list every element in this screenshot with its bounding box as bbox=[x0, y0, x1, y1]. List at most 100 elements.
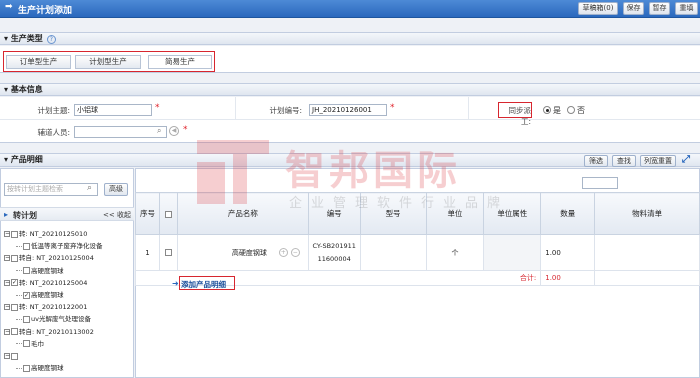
tree-checkbox[interactable] bbox=[11, 254, 18, 262]
plan-no-label: 计划编号: bbox=[269, 106, 302, 115]
tree-item-label: 高硬度钢球 bbox=[31, 364, 64, 373]
basic-info-header[interactable]: ▾ 基本信息 bbox=[0, 83, 700, 96]
tree-search-input[interactable]: 按转计划主题检索 bbox=[4, 183, 98, 196]
production-type-header[interactable]: ▾ 生产类型? bbox=[0, 32, 700, 45]
collapse-icon[interactable]: − bbox=[4, 304, 10, 311]
row-model[interactable] bbox=[359, 234, 427, 271]
tree-title: 转计划 bbox=[13, 211, 37, 220]
temp-save-button[interactable]: 暂存 bbox=[649, 2, 670, 15]
tree-item-label: 高硬度钢球 bbox=[31, 266, 64, 275]
total-empty bbox=[594, 270, 700, 286]
col-unit-attr: 单位属性 bbox=[483, 192, 542, 235]
tree-item[interactable]: 毛巾 bbox=[16, 338, 44, 350]
assignee-input[interactable] bbox=[74, 126, 167, 138]
tree-item[interactable]: − 转自: NT_20210125004 bbox=[4, 252, 94, 264]
row-qty[interactable]: 1.00 bbox=[540, 234, 596, 271]
tree-item-label: 毛巾 bbox=[31, 339, 44, 348]
tree-item-label: 转: NT_20210125010 bbox=[19, 230, 88, 238]
col-code: 编号 bbox=[307, 192, 361, 235]
row-select[interactable] bbox=[158, 234, 178, 271]
tree-item[interactable]: uv光解废气处理设备 bbox=[16, 313, 91, 325]
page-title: 生产计划添加 bbox=[18, 6, 73, 16]
tree-item[interactable]: ✓ 高硬度钢球 bbox=[16, 289, 64, 301]
tree-item-label: 转: NT_20210125004 bbox=[19, 278, 88, 287]
tree-line bbox=[16, 318, 22, 320]
tree-checkbox[interactable]: ✓ bbox=[11, 279, 18, 287]
search-icon[interactable]: ⌕ bbox=[87, 183, 92, 193]
tree-item[interactable]: 高硬度钢球 bbox=[16, 362, 64, 374]
row-bom[interactable] bbox=[594, 234, 700, 271]
tree-checkbox[interactable] bbox=[23, 364, 30, 372]
collapse-icon[interactable]: − bbox=[4, 328, 10, 335]
collapse-icon[interactable]: − bbox=[4, 255, 10, 262]
tree-checkbox[interactable] bbox=[23, 267, 30, 275]
search-icon[interactable]: ⌕ bbox=[157, 126, 161, 136]
tree-line bbox=[16, 343, 22, 345]
select-all-checkbox[interactable] bbox=[164, 210, 172, 218]
arrow-right-icon: ➡ bbox=[5, 2, 13, 12]
collapse-icon[interactable]: − bbox=[4, 279, 10, 286]
row-name-cell[interactable]: 高硬度钢球 + − bbox=[176, 234, 309, 271]
row-unit[interactable]: 个 bbox=[425, 234, 485, 271]
save-button[interactable]: 保存 bbox=[623, 2, 644, 15]
help-icon[interactable]: ? bbox=[46, 35, 56, 44]
expand-icon[interactable]: ⤢ bbox=[682, 154, 690, 165]
add-circle-icon[interactable]: + bbox=[278, 248, 288, 257]
sync-no-radio[interactable] bbox=[567, 106, 575, 114]
section-title: 产品明细 bbox=[10, 155, 43, 164]
tree-line bbox=[16, 245, 22, 247]
section-title: 基本信息 bbox=[10, 85, 43, 94]
tree-checkbox[interactable]: ✓ bbox=[23, 291, 30, 299]
tree-item[interactable]: − 转: NT_20210122001 bbox=[4, 301, 87, 313]
col-name: 产品名称 bbox=[176, 192, 309, 235]
tree-item[interactable]: 高硬度钢球 bbox=[16, 265, 64, 277]
tree-item[interactable]: 低温等离子废弃净化设备 bbox=[16, 240, 103, 252]
plan-subject-input[interactable]: 小铝球 bbox=[74, 104, 152, 116]
reset-button[interactable]: 重填 bbox=[675, 2, 698, 15]
advanced-search-button[interactable]: 高级 bbox=[104, 183, 128, 196]
find-button[interactable]: 查找 bbox=[612, 155, 636, 167]
sync-yes-radio[interactable] bbox=[543, 106, 551, 114]
collapse-arrow-icon: ▾ bbox=[4, 85, 9, 94]
tree-item[interactable]: − bbox=[4, 350, 19, 362]
plan-no-input[interactable]: JH_20210126001 bbox=[309, 104, 387, 116]
column-reset-button[interactable]: 列宽重置 bbox=[640, 155, 676, 167]
add-circle-icon[interactable]: ➜ bbox=[172, 279, 179, 288]
filter-button[interactable]: 筛选 bbox=[584, 155, 608, 167]
col-select-all[interactable] bbox=[158, 192, 178, 235]
tree-checkbox[interactable] bbox=[23, 242, 30, 250]
col-qty: 数量 bbox=[540, 192, 596, 235]
product-table: 序号 产品名称 编号 型号 单位 单位属性 数量 物料清单 1 高硬度钢球 + … bbox=[134, 192, 700, 286]
tree-item[interactable]: − 转: NT_20210125010 bbox=[4, 228, 87, 240]
tree-item-label: 转自: NT_20210113002 bbox=[19, 327, 94, 336]
grid-filter-input[interactable] bbox=[582, 177, 618, 189]
tree-checkbox[interactable] bbox=[23, 340, 30, 348]
required-mark: * bbox=[183, 125, 188, 135]
tree-checkbox[interactable] bbox=[11, 303, 18, 311]
draft-box-button[interactable]: 草稿箱(0) bbox=[578, 2, 618, 15]
tree-item-label: 转自: NT_20210125004 bbox=[19, 254, 94, 263]
tree-item-label: 高硬度钢球 bbox=[31, 291, 64, 299]
collapse-tree-link[interactable]: << 收起 bbox=[103, 210, 131, 220]
tree-checkbox[interactable] bbox=[11, 328, 18, 336]
clear-icon[interactable]: ◀ bbox=[169, 126, 179, 136]
tree-item[interactable]: − 转自: NT_20210113002 bbox=[4, 326, 94, 338]
add-product-link[interactable]: 添加产品明细 bbox=[181, 279, 226, 290]
tree-item[interactable]: − ✓ 转: NT_20210125004 bbox=[4, 277, 87, 289]
row-unit-attr[interactable] bbox=[483, 234, 542, 271]
tab-plan-production[interactable]: 计划型生产 bbox=[75, 55, 141, 69]
tree-line bbox=[16, 367, 22, 369]
remove-circle-icon[interactable]: − bbox=[290, 248, 300, 257]
tree-item-label: 转: NT_20210122001 bbox=[19, 303, 88, 312]
tree-checkbox[interactable] bbox=[11, 352, 18, 360]
section-title: 生产类型 bbox=[10, 34, 43, 43]
caret-right-icon[interactable]: ▸ bbox=[4, 210, 8, 219]
collapse-icon[interactable]: − bbox=[4, 231, 10, 237]
tab-order-production[interactable]: 订单型生产 bbox=[6, 55, 71, 69]
tree-line bbox=[16, 294, 22, 296]
collapse-icon[interactable]: − bbox=[4, 353, 10, 359]
row-checkbox[interactable] bbox=[164, 249, 172, 256]
tab-simple-production[interactable]: 简易生产 bbox=[148, 55, 212, 69]
tree-checkbox[interactable] bbox=[11, 230, 18, 238]
tree-checkbox[interactable] bbox=[23, 315, 30, 323]
